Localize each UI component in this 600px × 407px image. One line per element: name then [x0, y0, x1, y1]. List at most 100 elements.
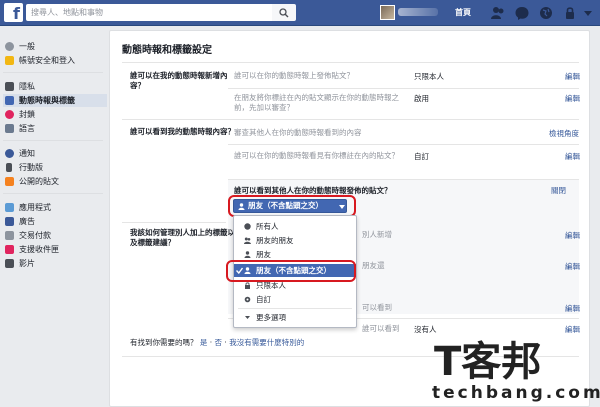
- highlight-ring: [226, 260, 356, 282]
- sidebar-item-privacy[interactable]: 隱私: [3, 80, 107, 93]
- video-icon: [5, 259, 14, 268]
- audience-selector-button[interactable]: 朋友（不含點頭之交）: [233, 199, 347, 213]
- dropdown-divider: [238, 308, 352, 309]
- techbang-watermark: T客邦 techbang.com: [430, 340, 600, 404]
- row-desc: 可以看到: [362, 303, 392, 312]
- edit-link[interactable]: 編輯: [565, 151, 580, 162]
- sidebar-divider: [3, 193, 103, 194]
- timeline-icon: [5, 96, 14, 105]
- row-value: 只限本人: [414, 72, 444, 81]
- dropdown-option-label: 所有人: [256, 222, 279, 231]
- row-desc: 誰可以在你的動態時報看見有你標註在內的貼文？: [234, 151, 399, 160]
- facebook-logo[interactable]: f: [4, 3, 23, 22]
- rss-icon: [5, 177, 14, 186]
- row-value: 啟用: [414, 94, 429, 103]
- friend-icon: [244, 251, 251, 258]
- sidebar-item-support[interactable]: 支援收件匣: [3, 243, 107, 256]
- sidebar-item-ads[interactable]: 廣告: [3, 215, 107, 228]
- sidebar-item-label: 一般: [19, 42, 35, 51]
- dropdown-option-friends-of-friends[interactable]: 朋友的朋友: [234, 234, 356, 247]
- sidebar-item-videos[interactable]: 影片: [3, 257, 107, 270]
- friend-requests-icon[interactable]: [490, 5, 506, 21]
- sidebar-item-payments[interactable]: 交易付款: [3, 229, 107, 242]
- section-label-view: 誰可以看到我的動態時報內容？: [130, 127, 235, 136]
- gear-icon: [5, 42, 14, 51]
- gear-icon: [244, 296, 251, 303]
- sidebar-item-label: 廣告: [19, 217, 35, 226]
- edit-link[interactable]: 編輯: [565, 71, 580, 82]
- home-link[interactable]: 首頁: [455, 7, 471, 18]
- edit-link[interactable]: 編輯: [565, 303, 580, 314]
- block-icon: [5, 110, 14, 119]
- globe-icon[interactable]: [538, 5, 554, 21]
- messages-icon[interactable]: [514, 5, 530, 21]
- sidebar-item-label: 公開的貼文: [19, 177, 59, 186]
- sidebar-item-notifications[interactable]: 通知: [3, 147, 107, 160]
- ads-icon: [5, 217, 14, 226]
- sidebar-divider: [3, 72, 103, 73]
- search-button[interactable]: [272, 4, 296, 21]
- dropdown-option-public[interactable]: 所有人: [234, 220, 356, 233]
- help-lock-icon[interactable]: [562, 5, 578, 21]
- sidebar-item-timeline[interactable]: 動態時報與標籤: [3, 94, 107, 107]
- sidebar-item-label: 應用程式: [19, 203, 51, 212]
- row-desc: 在朋友將你標註在內的貼文顯示在你的動態時報之前，先加以審查？: [234, 93, 399, 112]
- divider: [122, 222, 226, 223]
- section-label-tags: 我該如何管理別人加上的標籤以及標籤建議？: [130, 228, 235, 247]
- sidebar-item-security[interactable]: 帳號安全和登入: [3, 54, 107, 67]
- language-icon: [5, 124, 14, 133]
- edit-link[interactable]: 編輯: [565, 261, 580, 272]
- sidebar-item-public-posts[interactable]: 公開的貼文: [3, 175, 107, 188]
- dropdown-option-more[interactable]: 更多選項: [234, 311, 356, 324]
- dropdown-option-label: 更多選項: [256, 313, 286, 322]
- sidebar-item-apps[interactable]: 應用程式: [3, 201, 107, 214]
- feedback-question: 有找到你需要的嗎？: [130, 338, 198, 347]
- sidebar-item-general[interactable]: 一般: [3, 40, 107, 53]
- lock-icon: [245, 282, 250, 289]
- dropdown-option-custom[interactable]: 自訂: [234, 293, 356, 306]
- view-as-link[interactable]: 檢視角度: [549, 128, 579, 139]
- page-title: 動態時報和標籤設定: [122, 45, 212, 56]
- avatar[interactable]: [380, 5, 395, 20]
- sidebar-item-label: 語言: [19, 124, 35, 133]
- sidebar-divider: [3, 140, 103, 141]
- search-icon: [279, 8, 289, 18]
- search-input[interactable]: 搜尋人、地點和事物: [26, 4, 272, 21]
- row-desc: 別人新增: [362, 230, 392, 239]
- feedback-other-link[interactable]: 我沒有需要什麼特別的: [229, 338, 304, 347]
- feedback-row: 有找到你需要的嗎？ 是 · 否 · 我沒有需要什麼特別的: [130, 338, 305, 347]
- support-icon: [5, 245, 14, 254]
- mobile-icon: [6, 163, 12, 172]
- feedback-no-link[interactable]: 否: [215, 338, 223, 347]
- chevron-down-icon: [245, 316, 250, 319]
- dropdown-option-label: 朋友的朋友: [256, 236, 294, 245]
- row-value: 沒有人: [414, 325, 437, 334]
- sidebar-item-block[interactable]: 封鎖: [3, 108, 107, 121]
- edit-link[interactable]: 編輯: [565, 93, 580, 104]
- friends-icon: [244, 237, 251, 244]
- profile-name-blurred[interactable]: [398, 8, 438, 16]
- payment-icon: [5, 231, 14, 240]
- shield-icon: [5, 56, 14, 65]
- sidebar-item-language[interactable]: 語言: [3, 122, 107, 135]
- close-link[interactable]: 關閉: [551, 185, 566, 196]
- dropdown-option-label: 只限本人: [256, 281, 286, 290]
- sidebar-item-label: 交易付款: [19, 231, 51, 240]
- sidebar-item-label: 支援收件匣: [19, 245, 59, 254]
- sidebar-item-label: 封鎖: [19, 110, 35, 119]
- dropdown-option-label: 自訂: [256, 295, 271, 304]
- chevron-down-icon: [339, 205, 345, 209]
- divider: [228, 144, 579, 145]
- divider: [122, 62, 579, 63]
- sidebar-item-label: 帳號安全和登入: [19, 56, 75, 65]
- row-desc: 誰可以看到: [362, 324, 400, 333]
- watermark-url: techbang.com: [432, 383, 600, 403]
- edit-link[interactable]: 編輯: [565, 230, 580, 241]
- sidebar-item-mobile[interactable]: 行動版: [3, 161, 107, 174]
- audience-selected-label: 朋友（不含點頭之交）: [248, 201, 323, 210]
- chevron-down-icon[interactable]: [582, 5, 594, 21]
- edit-link[interactable]: 編輯: [565, 324, 580, 335]
- friend-icon: [238, 203, 245, 210]
- row-desc: 審查其他人在你的動態時報看到的內容: [234, 128, 362, 137]
- feedback-yes-link[interactable]: 是: [200, 338, 208, 347]
